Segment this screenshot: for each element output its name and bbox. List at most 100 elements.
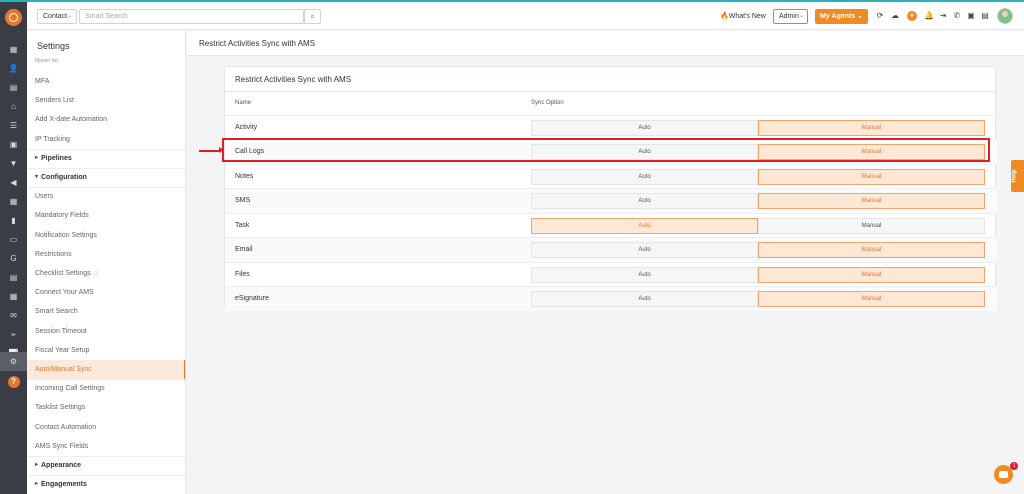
documents-icon[interactable]: ▤	[0, 78, 27, 97]
smart-search-input[interactable]: Smart Search	[79, 9, 304, 24]
contact-select-value: Contact	[43, 13, 68, 20]
table-row: eSignature Auto Manual	[225, 286, 997, 311]
mail-icon[interactable]: ✉	[0, 306, 27, 325]
auto-option-button[interactable]: Auto	[531, 168, 758, 185]
manual-option-button[interactable]: Manual	[758, 193, 985, 209]
fire-icon: 🔥	[720, 13, 729, 20]
admin-select-value: Admin	[779, 13, 799, 20]
settings-nav-item[interactable]: Engagements	[35, 475, 185, 494]
manual-option-button[interactable]: Manual	[758, 266, 985, 283]
row-name: Notes	[235, 172, 254, 180]
settings-nav-item[interactable]: Users	[35, 187, 185, 206]
company-icon[interactable]: ⌂	[0, 97, 27, 116]
settings-nav-item[interactable]: Pipelines	[35, 149, 185, 168]
row-name: eSignature	[235, 295, 269, 302]
filter-icon[interactable]: ▼	[0, 154, 27, 173]
chip-icon[interactable]: ▣	[966, 11, 976, 21]
settings-nav-item[interactable]: Contact Automation	[35, 418, 185, 437]
folder-icon[interactable]: ▭	[0, 230, 27, 249]
refresh-icon[interactable]: ⟳	[875, 11, 885, 21]
cloud-icon[interactable]: ☁	[890, 11, 900, 21]
chevron-down-icon: ⌄	[66, 13, 72, 19]
row-name: Activity	[235, 123, 258, 131]
settings-nav-label: Checklist Settings	[35, 270, 91, 277]
settings-nav-item[interactable]: Auto/Manual Sync	[27, 360, 185, 379]
settings-nav-item[interactable]: Add X-date Automation	[35, 110, 185, 129]
settings-nav-item[interactable]: AMS Sync Fields	[35, 437, 185, 456]
row-name: SMS	[235, 197, 251, 204]
contacts-icon[interactable]: 👤	[0, 59, 27, 78]
send-icon[interactable]: ➢	[0, 325, 27, 344]
list-icon[interactable]: ☰	[0, 116, 27, 135]
bell-icon[interactable]: 🔔	[924, 11, 934, 21]
settings-nav-item[interactable]: Session Timeout	[35, 322, 185, 341]
calendar-icon[interactable]: ▦	[0, 287, 27, 306]
settings-nav-item[interactable]: Restrictions	[35, 245, 185, 264]
row-name: Email	[235, 246, 253, 253]
column-header-name: Name	[235, 100, 252, 106]
auto-option-button[interactable]: Auto	[531, 291, 758, 307]
contact-type-select[interactable]: Contact ⌄	[37, 9, 77, 24]
auto-option-button[interactable]: Auto	[531, 242, 758, 258]
app-logo-icon[interactable]	[5, 9, 22, 26]
left-rail: ▦ 👤 ▤ ⌂ ☰ ▣ ▼ ◀ ▦ ▮ ▭ G ▤ ▦ ✉ ➢ 📈 ⚙ ?	[0, 2, 27, 494]
row-name: Task	[235, 221, 250, 229]
phone-icon[interactable]: ✆	[952, 11, 962, 21]
settings-nav-item[interactable]: MFA	[35, 72, 185, 91]
settings-nav-item[interactable]: Fiscal Year Setup	[35, 341, 185, 360]
red-arrow-annotation	[199, 147, 224, 153]
manual-option-button[interactable]: Manual	[758, 168, 985, 185]
settings-nav-item[interactable]: Senders List	[35, 91, 185, 110]
column-header-sync-option: Sync Option	[531, 100, 564, 106]
my-agents-label: My Agents	[820, 13, 856, 20]
manual-option-button[interactable]: Manual	[758, 217, 985, 234]
info-icon: ⓘ	[93, 271, 99, 277]
chat-badge: 1	[1010, 462, 1018, 470]
table-row: Notes Auto Manual	[225, 163, 997, 189]
settings-nav-item[interactable]: Notification Settings	[35, 226, 185, 245]
grid-icon[interactable]: ▦	[0, 192, 27, 211]
settings-nav-item[interactable]: Appearance	[35, 456, 185, 475]
settings-title: Settings	[37, 41, 70, 51]
notes-icon[interactable]: ▤	[980, 11, 990, 21]
page-header: Restrict Activities Sync with AMS	[187, 31, 1024, 56]
help-label: Help	[1011, 169, 1018, 183]
settings-nav-item[interactable]: IP Tracking	[35, 130, 185, 149]
settings-nav-item[interactable]: Configuration	[35, 168, 185, 187]
whats-new-label: What's New	[728, 13, 766, 20]
top-header: Contact ⌄ Smart Search ⌕ 🔥What's New Admi…	[27, 2, 1024, 30]
settings-nav-item[interactable]: Connect Your AMS	[35, 283, 185, 302]
google-icon[interactable]: G	[0, 249, 27, 268]
search-icon[interactable]: ⌕	[304, 9, 321, 24]
manual-option-button[interactable]: Manual	[758, 119, 985, 136]
logout-icon[interactable]: ⇥	[938, 11, 948, 21]
settings-nav-item[interactable]: Mandatory Fields	[35, 206, 185, 225]
megaphone-icon[interactable]: ◀	[0, 173, 27, 192]
admin-select[interactable]: Admin ⌄	[773, 9, 808, 24]
settings-nav-item[interactable]: Incoming Call Settings	[35, 379, 185, 398]
user-avatar[interactable]	[997, 8, 1013, 24]
auto-option-button[interactable]: Auto	[531, 217, 758, 234]
calendar-grid-icon[interactable]: ▣	[0, 135, 27, 154]
whats-new-link[interactable]: 🔥What's New	[720, 12, 766, 20]
dashboard-icon[interactable]: ▦	[0, 40, 27, 59]
settings-nav-item[interactable]: Checklist Settings ⓘ	[35, 264, 185, 283]
note-icon[interactable]: ▤	[0, 268, 27, 287]
help-side-tab[interactable]: Help	[1011, 160, 1024, 192]
manual-option-button[interactable]: Manual	[758, 291, 985, 307]
settings-nav-item[interactable]: Tasklist Settings	[35, 398, 185, 417]
my-agents-button[interactable]: My Agents ⌄	[815, 9, 868, 24]
auto-option-button[interactable]: Auto	[531, 266, 758, 283]
auto-option-button[interactable]: Auto	[531, 119, 758, 136]
bar-chart-icon[interactable]: ▮	[0, 211, 27, 230]
manual-option-button[interactable]: Manual	[758, 242, 985, 258]
settings-nav-item[interactable]: Smart Search	[35, 302, 185, 321]
table-row: SMS Auto Manual	[225, 188, 997, 213]
auto-option-button[interactable]: Auto	[531, 193, 758, 209]
add-plus-icon[interactable]: +	[907, 11, 917, 21]
settings-gear-icon[interactable]: ⚙	[0, 352, 27, 371]
settings-panel: Settings Master list MFA Senders List Add …	[27, 31, 186, 494]
help-circle-icon[interactable]: ?	[0, 372, 27, 391]
table-row: Files Auto Manual	[225, 261, 997, 287]
table-row: Email Auto Manual	[225, 237, 997, 262]
